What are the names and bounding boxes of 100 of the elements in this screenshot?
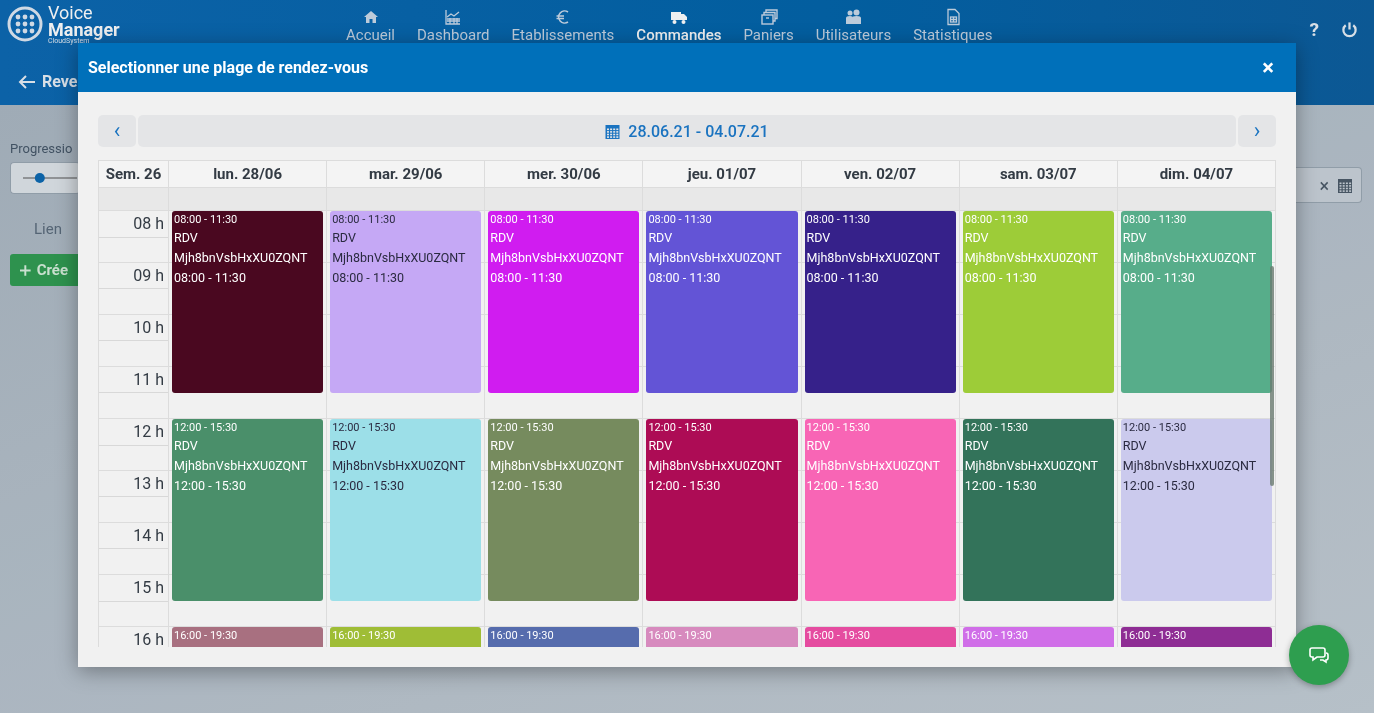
event-title: RDV	[806, 437, 832, 455]
event-reference: Mjh8bnVsbHxXU0ZQNT	[332, 249, 467, 267]
appointment-event[interactable]: 12:00 - 15:30 RDV Mjh8bnVsbHxXU0ZQNT 12:00 - 15:30	[488, 419, 640, 601]
event-title: RDV	[332, 437, 357, 455]
appointment-event[interactable]: 16:00 - 19:30	[962, 627, 1114, 647]
event-time: 16:00 - 19:30	[332, 629, 397, 643]
event-time: 08:00 - 11:30	[1122, 269, 1196, 287]
appointment-event[interactable]: 12:00 - 15:30 RDV Mjh8bnVsbHxXU0ZQNT 12:00 - 15:30	[330, 419, 482, 601]
event-time: 16:00 - 19:30	[964, 629, 1029, 643]
event-time: 12:00 - 15:30	[648, 421, 713, 435]
nav-item[interactable]: Dashboard	[417, 8, 490, 44]
appointment-event[interactable]: 08:00 - 11:30 RDV Mjh8bnVsbHxXU0ZQNT 08:00 - 11:30	[1120, 211, 1272, 393]
event-reference: Mjh8bnVsbHxXU0ZQNT	[174, 457, 309, 475]
event-time: 08:00 - 11:30	[964, 213, 1029, 227]
event-time: 08:00 - 11:30	[490, 213, 555, 227]
progress-slider[interactable]	[10, 162, 80, 194]
event-title: RDV	[648, 229, 674, 247]
appointment-event[interactable]: 16:00 - 19:30	[804, 627, 956, 647]
appointment-event[interactable]: 08:00 - 11:30 RDV Mjh8bnVsbHxXU0ZQNT 08:00 - 11:30	[330, 211, 482, 393]
event-time: 12:00 - 15:30	[806, 477, 880, 495]
event-time: 12:00 - 15:30	[1122, 477, 1196, 495]
event-time: 12:00 - 15:30	[490, 421, 555, 435]
close-button[interactable]: ×	[1256, 54, 1280, 81]
appointment-event[interactable]: 08:00 - 11:30 RDV Mjh8bnVsbHxXU0ZQNT 08:00 - 11:30	[488, 211, 640, 393]
event-time: 16:00 - 19:30	[806, 629, 871, 643]
appointment-event[interactable]: 12:00 - 15:30 RDV Mjh8bnVsbHxXU0ZQNT 12:00 - 15:30	[646, 419, 798, 601]
plus-icon	[20, 263, 31, 277]
chart-icon	[444, 8, 463, 26]
event-time: 12:00 - 15:30	[648, 477, 722, 495]
appointment-event[interactable]: 08:00 - 11:30 RDV Mjh8bnVsbHxXU0ZQNT 08:00 - 11:30	[172, 211, 324, 393]
event-time: 16:00 - 19:30	[490, 629, 555, 643]
clear-button[interactable]: ×	[1319, 174, 1329, 196]
event-title: RDV	[1122, 229, 1148, 247]
event-reference: Mjh8bnVsbHxXU0ZQNT	[964, 457, 1100, 475]
event-reference: Mjh8bnVsbHxXU0ZQNT	[1122, 249, 1258, 267]
users-icon	[844, 8, 863, 26]
appointment-event[interactable]: 08:00 - 11:30 RDV Mjh8bnVsbHxXU0ZQNT 08:00 - 11:30	[646, 211, 798, 393]
event-time: 12:00 - 15:30	[332, 421, 397, 435]
nav-item[interactable]: Accueil	[346, 8, 395, 44]
event-reference: Mjh8bnVsbHxXU0ZQNT	[174, 249, 309, 267]
appointment-event[interactable]: 12:00 - 15:30 RDV Mjh8bnVsbHxXU0ZQNT 12:00 - 15:30	[962, 419, 1114, 601]
event-time: 08:00 - 11:30	[174, 269, 247, 287]
date-field[interactable]: ×	[1296, 167, 1362, 203]
logo-text: Voice	[48, 4, 94, 22]
event-title: RDV	[806, 229, 832, 247]
event-title: RDV	[1122, 437, 1148, 455]
calendar-icon[interactable]	[1337, 176, 1353, 194]
date-range-button[interactable]: 28.06.21 - 04.07.21	[138, 115, 1236, 147]
event-time: 12:00 - 15:30	[332, 477, 406, 495]
appointment-event[interactable]: 16:00 - 19:30	[646, 627, 798, 647]
event-time: 12:00 - 15:30	[1122, 421, 1188, 435]
event-time: 16:00 - 19:30	[1122, 629, 1188, 643]
link-label: Lien	[34, 220, 63, 238]
event-time: 08:00 - 11:30	[648, 213, 713, 227]
event-time: 08:00 - 11:30	[1122, 213, 1188, 227]
event-reference: Mjh8bnVsbHxXU0ZQNT	[332, 457, 467, 475]
date-range: 28.06.21 - 04.07.21	[628, 121, 769, 141]
event-reference: Mjh8bnVsbHxXU0ZQNT	[806, 457, 941, 475]
event-time: 08:00 - 11:30	[174, 213, 239, 227]
appointment-event[interactable]: 16:00 - 19:30	[488, 627, 640, 647]
appointment-event[interactable]: 12:00 - 15:30 RDV Mjh8bnVsbHxXU0ZQNT 12:00 - 15:30	[804, 419, 956, 601]
nav-item[interactable]: Commandes	[636, 8, 722, 44]
previous-week-button[interactable]: ‹	[98, 115, 136, 147]
power-icon[interactable]	[1341, 21, 1358, 38]
event-reference: Mjh8bnVsbHxXU0ZQNT	[648, 249, 783, 267]
event-time: 08:00 - 11:30	[490, 269, 564, 287]
event-time: 12:00 - 15:30	[174, 477, 247, 495]
nav-item[interactable]: Etablissements	[511, 8, 615, 44]
dialog-title: Selectionner une plage de rendez-vous	[88, 58, 369, 77]
event-time: 12:00 - 15:30	[490, 477, 564, 495]
event-reference: Mjh8bnVsbHxXU0ZQNT	[806, 249, 941, 267]
back-link[interactable]: Reve	[18, 72, 78, 91]
event-reference: Mjh8bnVsbHxXU0ZQNT	[490, 457, 625, 475]
slider-thumb[interactable]	[34, 173, 45, 183]
appointment-event[interactable]: 12:00 - 15:30 RDV Mjh8bnVsbHxXU0ZQNT 12:00 - 15:30	[172, 419, 324, 601]
event-time: 12:00 - 15:30	[964, 421, 1029, 435]
event-time: 16:00 - 19:30	[174, 629, 239, 643]
event-title: RDV	[332, 229, 357, 247]
appointment-event[interactable]: 12:00 - 15:30 RDV Mjh8bnVsbHxXU0ZQNT 12:00 - 15:30	[1120, 419, 1272, 601]
appointment-event[interactable]: 16:00 - 19:30	[172, 627, 324, 647]
progress-label: Progressio	[10, 141, 74, 156]
appointment-event[interactable]: 16:00 - 19:30	[1120, 627, 1272, 647]
chat-icon	[1309, 646, 1329, 664]
event-title: RDV	[174, 437, 199, 455]
next-week-button[interactable]: ›	[1238, 115, 1276, 147]
appointment-event[interactable]: 16:00 - 19:30	[330, 627, 482, 647]
event-title: RDV	[964, 229, 990, 247]
event-time: 12:00 - 15:30	[806, 421, 871, 435]
event-title: RDV	[490, 229, 515, 247]
nav-item[interactable]: Statistiques	[913, 8, 993, 44]
nav-item[interactable]: Paniers	[743, 8, 794, 44]
event-time: 12:00 - 15:30	[964, 477, 1038, 495]
nav-item[interactable]: Utilisateurs	[815, 8, 892, 44]
appointment-event[interactable]: 08:00 - 11:30 RDV Mjh8bnVsbHxXU0ZQNT 08:00 - 11:30	[804, 211, 956, 393]
create-button[interactable]: Crée	[10, 254, 78, 286]
event-time: 08:00 - 11:30	[332, 213, 397, 227]
event-title: RDV	[648, 437, 674, 455]
event-time: 08:00 - 11:30	[332, 269, 406, 287]
logo-icon	[6, 5, 44, 44]
help-button[interactable]: ?	[1309, 18, 1319, 41]
